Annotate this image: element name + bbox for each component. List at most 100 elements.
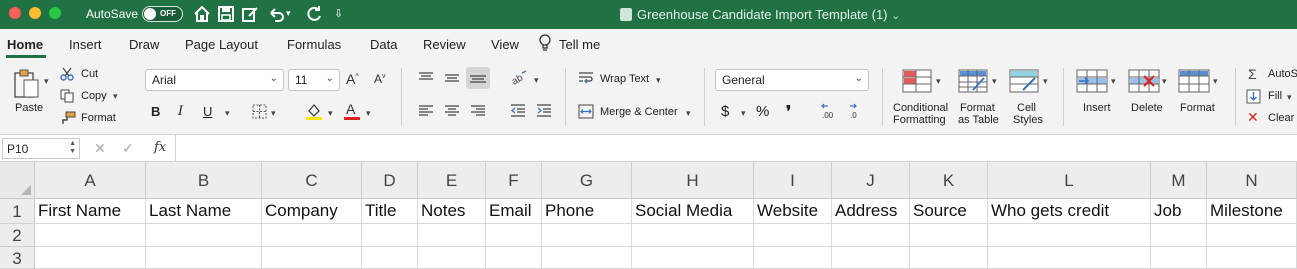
decrease-indent-icon[interactable] (510, 103, 526, 121)
tab-insert[interactable]: Insert (69, 37, 102, 52)
cell[interactable] (542, 247, 632, 269)
format-table-dropdown-icon[interactable]: ▾ (992, 76, 997, 87)
tab-view[interactable]: View (491, 37, 519, 52)
cell[interactable] (632, 247, 754, 269)
cell-styles-label-2[interactable]: Styles (1013, 114, 1043, 126)
cell[interactable]: Source (910, 199, 988, 224)
align-top-icon[interactable] (418, 71, 434, 88)
maximize-window-button[interactable] (49, 7, 61, 19)
borders-icon[interactable] (252, 104, 267, 122)
align-middle-icon[interactable] (444, 71, 460, 88)
cell[interactable] (418, 224, 486, 247)
cell[interactable] (910, 247, 988, 269)
save-icon[interactable] (216, 4, 236, 24)
insert-label[interactable]: Insert (1083, 102, 1111, 114)
format-as-table-label-2[interactable]: as Table (958, 114, 999, 126)
align-bottom-icon[interactable] (466, 67, 490, 89)
fill-dropdown-icon[interactable]: ▾ (1287, 92, 1292, 103)
column-header[interactable]: A (35, 162, 146, 199)
cell[interactable] (988, 247, 1151, 269)
fill-icon[interactable] (1246, 89, 1261, 107)
cell[interactable]: Who gets credit (988, 199, 1151, 224)
conditional-dropdown-icon[interactable]: ▾ (936, 76, 941, 87)
column-header[interactable]: I (754, 162, 832, 199)
cell[interactable]: Address (832, 199, 910, 224)
column-header[interactable]: C (262, 162, 362, 199)
column-header[interactable]: J (832, 162, 910, 199)
wrap-text-label[interactable]: Wrap Text (600, 73, 649, 85)
font-color-icon[interactable]: A (343, 101, 361, 124)
delete-label[interactable]: Delete (1131, 102, 1163, 114)
cell[interactable] (754, 247, 832, 269)
enter-formula-icon[interactable]: ✓ (122, 140, 134, 157)
delete-cells-icon[interactable] (1128, 68, 1160, 97)
name-box[interactable]: P10 ▲ ▼ (2, 138, 80, 159)
edit-icon[interactable] (240, 4, 260, 24)
decrease-font-size-icon[interactable]: Av (374, 72, 386, 86)
undo-icon[interactable] (266, 4, 286, 24)
merge-dropdown-icon[interactable]: ▾ (686, 108, 691, 119)
autosum-label[interactable]: AutoS (1268, 68, 1297, 80)
cell[interactable] (542, 224, 632, 247)
insert-function-icon[interactable]: fx (154, 140, 166, 155)
decrease-decimal-icon[interactable]: .0 (848, 102, 870, 123)
wrap-text-dropdown-icon[interactable]: ▾ (656, 75, 661, 86)
document-title-area[interactable]: Greenhouse Candidate Import Template (1)… (620, 7, 900, 22)
autosave-toggle[interactable]: OFF (142, 6, 183, 22)
column-header[interactable]: F (486, 162, 542, 199)
cell[interactable]: Title (362, 199, 418, 224)
cell[interactable] (1151, 247, 1207, 269)
format-painter-label[interactable]: Format (81, 112, 116, 124)
cell[interactable] (486, 247, 542, 269)
paste-dropdown-icon[interactable]: ▾ (44, 76, 49, 87)
clear-icon[interactable]: ✕ (1247, 109, 1259, 126)
home-icon[interactable] (192, 4, 212, 24)
fill-color-dropdown-icon[interactable]: ▾ (328, 108, 333, 119)
row-header[interactable]: 1 (0, 199, 35, 224)
clear-label[interactable]: Clear (1268, 112, 1294, 124)
increase-decimal-icon[interactable]: .00 (820, 102, 842, 123)
cell[interactable] (35, 224, 146, 247)
column-header[interactable]: E (418, 162, 486, 199)
font-size-select[interactable]: 11 ⌄ (288, 69, 340, 91)
orientation-icon[interactable]: ab (510, 69, 528, 90)
align-center-icon[interactable] (444, 104, 460, 121)
merge-center-icon[interactable] (578, 104, 594, 122)
cell[interactable] (262, 224, 362, 247)
cell[interactable]: First Name (35, 199, 146, 224)
format-as-table-icon[interactable] (958, 68, 988, 97)
column-header[interactable]: L (988, 162, 1151, 199)
currency-dropdown-icon[interactable]: ▾ (741, 108, 746, 119)
insert-dropdown-icon[interactable]: ▾ (1111, 76, 1116, 87)
cell[interactable] (35, 247, 146, 269)
column-header[interactable]: H (632, 162, 754, 199)
tab-page-layout[interactable]: Page Layout (185, 37, 258, 52)
borders-dropdown-icon[interactable]: ▾ (271, 108, 276, 119)
worksheet-grid[interactable]: A B C D E F G H I J K L M N 1 First Name Last Name Compan… (0, 162, 1297, 269)
undo-dropdown-icon[interactable]: ▾ (286, 8, 291, 19)
cell-styles-icon[interactable] (1009, 68, 1039, 97)
fill-color-icon[interactable] (305, 102, 323, 124)
font-name-select[interactable]: Arial ⌄ (145, 69, 284, 91)
comma-style-button[interactable]: ❜ (786, 102, 791, 122)
tab-data[interactable]: Data (370, 37, 397, 52)
paste-icon[interactable] (12, 68, 42, 103)
cell[interactable]: Company (262, 199, 362, 224)
font-color-dropdown-icon[interactable]: ▾ (366, 108, 371, 119)
copy-icon[interactable] (60, 89, 74, 106)
cell[interactable]: Website (754, 199, 832, 224)
copy-dropdown-icon[interactable]: ▾ (113, 91, 118, 102)
fill-label[interactable]: Fill (1268, 90, 1282, 102)
minimize-window-button[interactable] (29, 7, 41, 19)
cell[interactable] (486, 224, 542, 247)
format-as-table-label-1[interactable]: Format (960, 102, 995, 114)
cell[interactable] (1151, 224, 1207, 247)
bold-button[interactable]: B (151, 104, 160, 119)
format-cells-icon[interactable] (1178, 68, 1210, 97)
cell[interactable] (988, 224, 1151, 247)
cell[interactable] (1207, 224, 1297, 247)
cut-label[interactable]: Cut (81, 68, 98, 80)
cell[interactable] (146, 224, 262, 247)
format-painter-icon[interactable] (60, 111, 76, 128)
column-header[interactable]: K (910, 162, 988, 199)
